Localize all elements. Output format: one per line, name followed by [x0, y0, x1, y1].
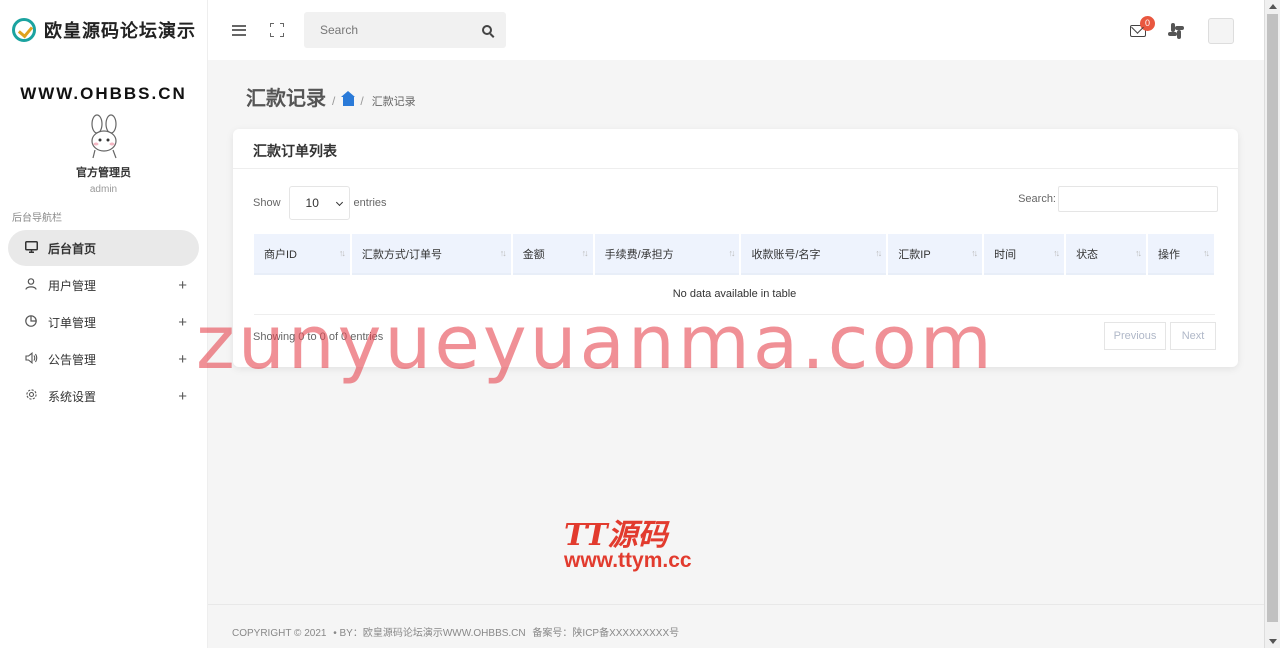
sidebar-item-users[interactable]: 用户管理 + [8, 267, 199, 303]
sidebar-item-dashboard[interactable]: 后台首页 [8, 230, 199, 266]
expand-plus-icon[interactable]: + [178, 314, 187, 331]
site-url: WWW.OHBBS.CN [20, 84, 187, 103]
sidebar-nav: 后台首页 用户管理 + 订单管理 + 公告管理 + 系统设置 + [0, 230, 207, 414]
column-header[interactable]: 手续费/承担方 ↑↓ [593, 234, 742, 274]
logo-text: 欧皇源码论坛演示 [44, 21, 196, 41]
speaker-icon [24, 351, 38, 367]
table-search-input[interactable] [1058, 186, 1218, 212]
page-footer: COPYRIGHT © 2021 • BY：欧皇源码论坛演示WWW.OHBBS.… [208, 604, 1264, 648]
scroll-down-icon[interactable] [1269, 639, 1277, 644]
profile-role: admin [89, 184, 118, 195]
sort-icon: ↑↓ [499, 248, 507, 258]
breadcrumb-current: 汇款记录 [371, 96, 416, 108]
expand-plus-icon[interactable]: + [178, 277, 187, 294]
show-label: Show [253, 197, 281, 209]
scroll-up-icon[interactable] [1269, 4, 1277, 9]
user-icon [24, 277, 38, 293]
slack-icon[interactable] [1168, 23, 1184, 39]
column-header[interactable]: 金额 ↑↓ [511, 234, 595, 274]
user-avatar[interactable] [1208, 18, 1234, 44]
table-header-row: 商户ID ↑↓ 汇款方式/订单号 ↑↓ 金额 ↑↓ 手续费/承担方 ↑↓ 收款账号/名字… [254, 234, 1217, 274]
logo-icon [12, 18, 36, 42]
sort-icon: ↑↓ [875, 248, 882, 258]
mail-icon[interactable]: 0 [1130, 16, 1155, 37]
sort-icon: ↑↓ [1053, 248, 1060, 258]
entries-label: entries [353, 197, 387, 209]
page-length-value: 10 [305, 196, 319, 210]
mail-badge: 0 [1140, 16, 1155, 31]
search-icon[interactable] [482, 25, 492, 35]
table-filter: Search: [1018, 186, 1218, 212]
nav-title: 后台导航栏 [12, 213, 62, 224]
breadcrumb-separator: / [360, 94, 364, 108]
column-header[interactable]: 商户ID ↑↓ [254, 234, 352, 274]
sidebar-item-label: 后台首页 [48, 241, 97, 256]
card-title: 汇款订单列表 [233, 129, 1238, 169]
next-button[interactable]: Next [1170, 322, 1216, 350]
watermark-text: zunyueyuanma.com [196, 300, 995, 386]
column-header[interactable]: 收款账号/名字 ↑↓ [740, 234, 889, 274]
sort-icon: ↑↓ [338, 248, 346, 258]
previous-button[interactable]: Previous [1104, 322, 1166, 350]
search-input[interactable] [320, 23, 460, 37]
sidebar-item-orders[interactable]: 订单管理 + [8, 304, 199, 340]
sort-icon: ↑↓ [728, 248, 735, 258]
sidebar-item-label: 系统设置 [48, 389, 97, 404]
gear-icon [24, 388, 38, 404]
page-length-control: Show 10 entries [253, 186, 387, 220]
page-header: 汇款记录 / / 汇款记录 [246, 82, 416, 111]
expand-plus-icon[interactable]: + [178, 351, 187, 368]
page-scrollbar[interactable] [1264, 0, 1280, 648]
pie-chart-icon [24, 314, 38, 330]
column-header[interactable]: 操作 ↑↓ [1146, 234, 1217, 274]
page-length-select[interactable]: 10 [288, 186, 350, 220]
sort-icon: ↑↓ [971, 248, 978, 258]
filter-label: Search: [1018, 193, 1056, 205]
footer-icp: 备案号：陕ICP备XXXXXXXXX号 [532, 628, 680, 639]
fullscreen-icon[interactable] [270, 23, 284, 37]
menu-toggle-icon[interactable] [232, 24, 246, 36]
search-box [304, 12, 506, 48]
breadcrumb-separator: / [332, 94, 336, 108]
column-header[interactable]: 时间 ↑↓ [983, 234, 1067, 274]
sort-icon: ↑↓ [581, 248, 589, 258]
expand-plus-icon[interactable]: + [178, 388, 187, 405]
page-title: 汇款记录 [246, 88, 326, 110]
tt-watermark-url: www.ttym.cc [564, 549, 692, 572]
column-header[interactable]: 状态 ↑↓ [1065, 234, 1148, 274]
sidebar-item-label: 公告管理 [48, 352, 97, 367]
scroll-thumb[interactable] [1267, 14, 1278, 622]
home-icon[interactable] [341, 91, 356, 106]
pagination: Previous Next [1100, 322, 1216, 350]
sidebar-item-label: 订单管理 [48, 315, 97, 330]
monitor-icon [24, 240, 38, 256]
sidebar-item-label: 用户管理 [48, 278, 97, 293]
column-header[interactable]: 汇款方式/订单号 ↑↓ [350, 234, 513, 274]
sort-icon: ↑↓ [1134, 248, 1142, 258]
top-header: 0 [208, 0, 1264, 60]
profile-name: 官方管理员 [76, 167, 131, 179]
app-logo[interactable]: 欧皇源码论坛演示 [0, 0, 207, 60]
sidebar-item-announcements[interactable]: 公告管理 + [8, 341, 199, 377]
footer-copyright: COPYRIGHT © 2021 [232, 628, 327, 639]
header-actions: 0 [1130, 16, 1234, 44]
profile-avatar [90, 114, 117, 159]
footer-by: • BY：欧皇源码论坛演示WWW.OHBBS.CN [333, 628, 526, 639]
sidebar: 欧皇源码论坛演示 WWW.OHBBS.CN 官方管理员 admin 后台导航栏 … [0, 0, 208, 648]
tt-watermark-logo: TT源码 [564, 518, 668, 553]
sidebar-item-settings[interactable]: 系统设置 + [8, 378, 199, 414]
sort-icon: ↑↓ [1203, 248, 1210, 258]
column-header[interactable]: 汇款IP ↑↓ [887, 234, 985, 274]
